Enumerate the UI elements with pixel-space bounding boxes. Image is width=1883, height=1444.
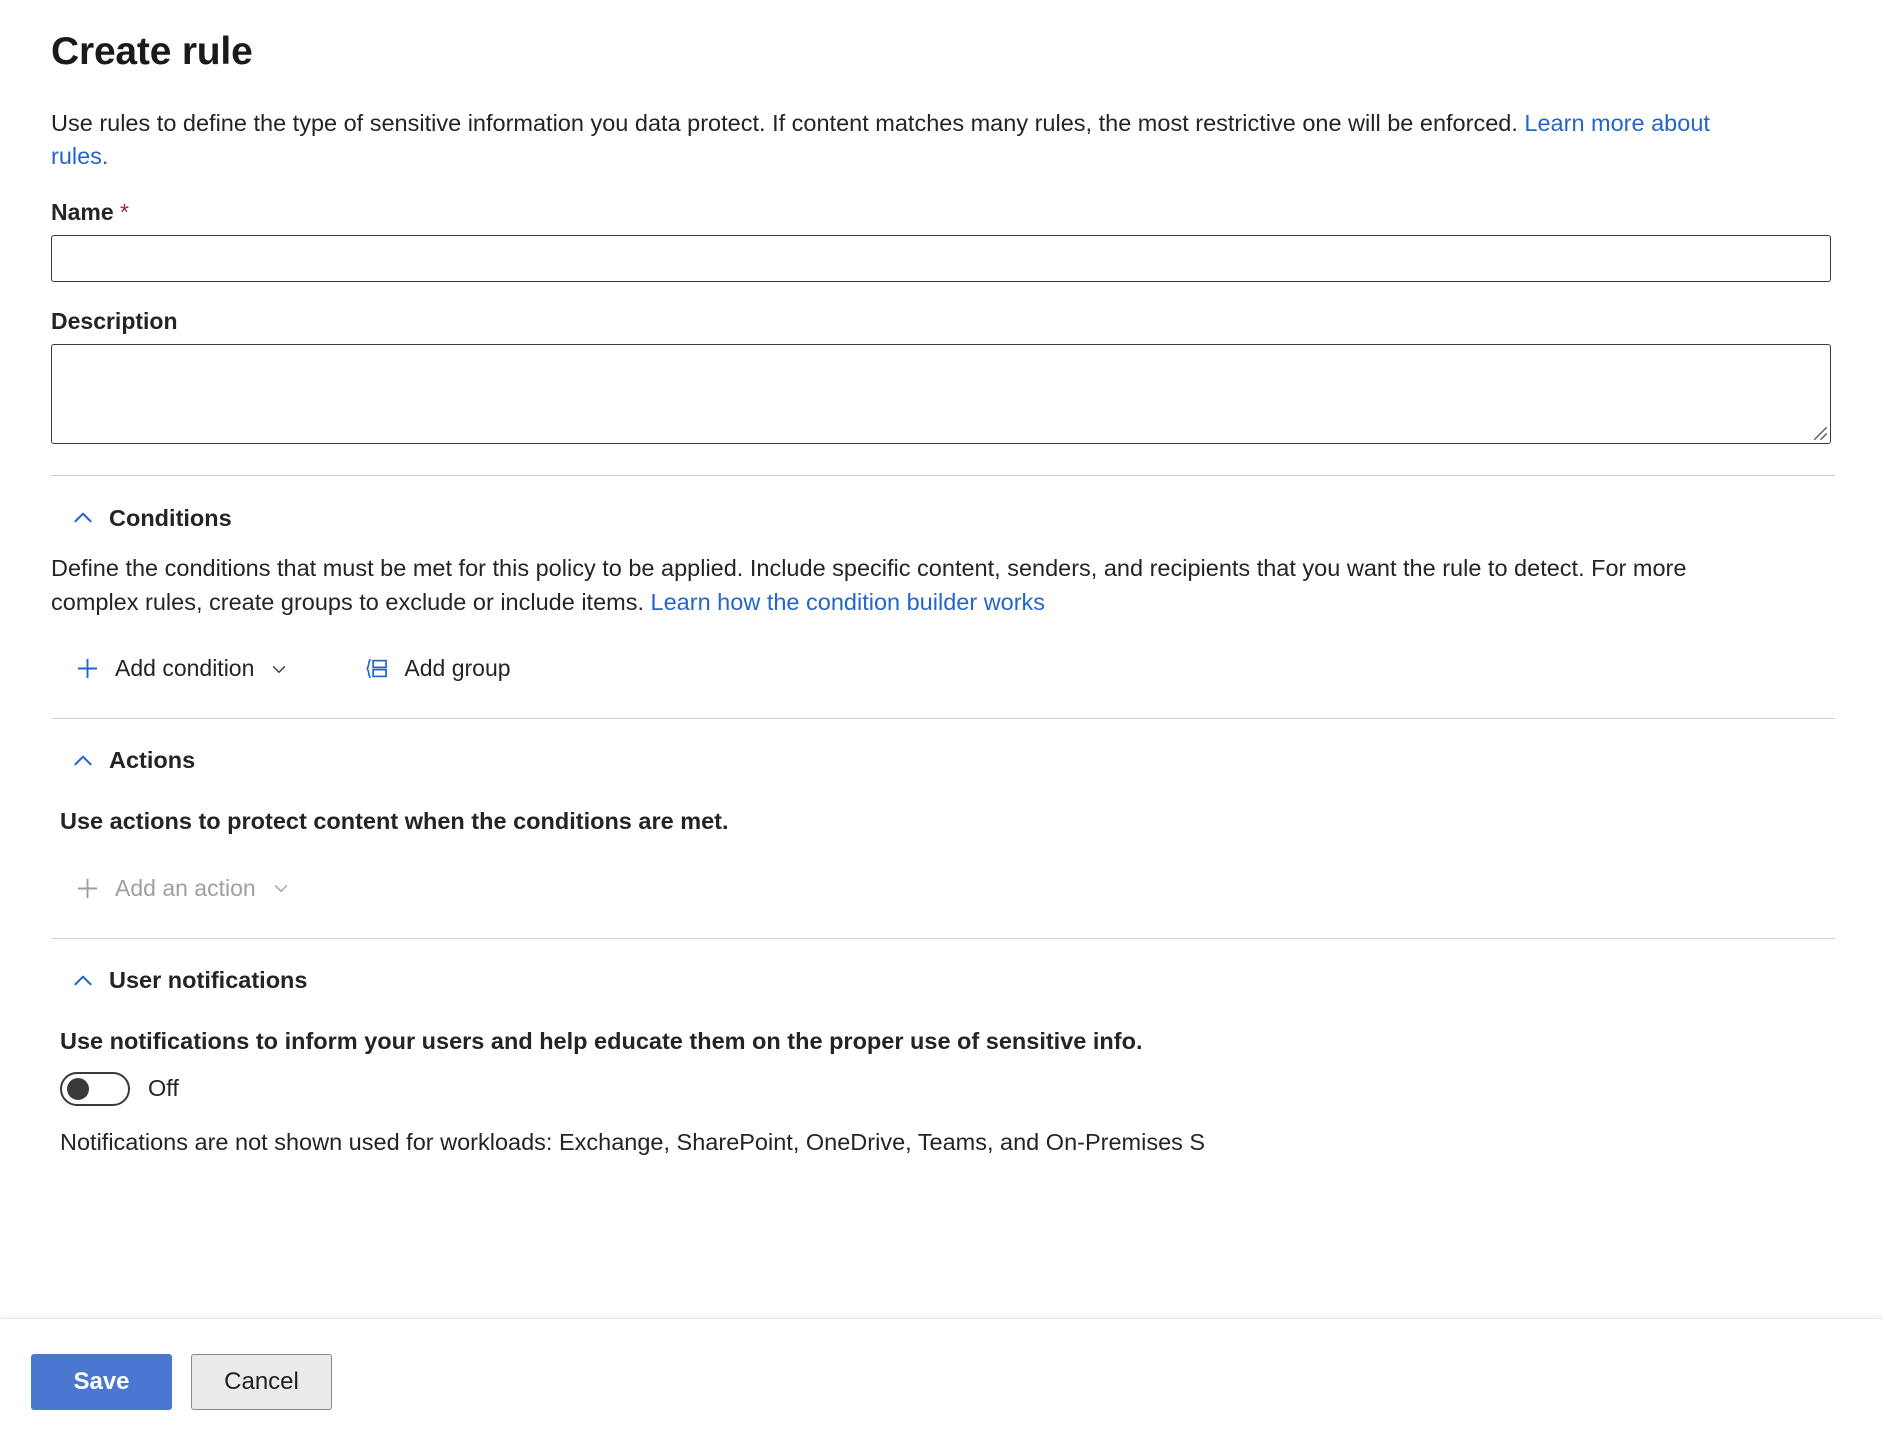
add-condition-label: Add condition — [115, 657, 254, 680]
page-intro-sentence: Use rules to define the type of sensitiv… — [51, 110, 1524, 136]
page-intro-text: Use rules to define the type of sensitiv… — [51, 107, 1731, 174]
divider-after-actions — [51, 938, 1835, 939]
actions-description: Use actions to protect content when the … — [60, 805, 1760, 838]
actions-command-row: Add an action — [68, 870, 1832, 907]
conditions-section-title: Conditions — [109, 507, 232, 531]
description-field-label: Description — [51, 308, 1832, 335]
add-an-action-button: Add an action — [68, 870, 298, 907]
save-button[interactable]: Save — [31, 1354, 172, 1410]
plus-icon — [74, 875, 101, 902]
description-field-wrapper — [51, 344, 1831, 444]
add-an-action-label: Add an action — [115, 877, 256, 900]
chevron-down-icon — [268, 658, 290, 680]
chevron-up-icon — [70, 968, 96, 994]
user-notifications-clipped-note: Notifications are not shown used for wor… — [60, 1126, 1760, 1159]
user-notifications-section-toggle[interactable]: User notifications — [68, 964, 309, 998]
chevron-up-icon — [70, 748, 96, 774]
conditions-section-toggle[interactable]: Conditions — [68, 501, 234, 535]
actions-section-title: Actions — [109, 749, 195, 773]
add-condition-button[interactable]: Add condition — [68, 650, 296, 687]
user-notifications-toggle-row: Off — [60, 1072, 1832, 1106]
chevron-down-icon — [270, 877, 292, 899]
add-group-button[interactable]: Add group — [357, 650, 516, 687]
name-label-text: Name — [51, 199, 114, 225]
user-notifications-toggle-state: Off — [148, 1075, 179, 1102]
description-textarea[interactable] — [51, 344, 1831, 444]
user-notifications-section-title: User notifications — [109, 969, 307, 993]
name-input[interactable] — [51, 235, 1831, 282]
form-footer: Save Cancel — [0, 1318, 1883, 1444]
page-title: Create rule — [51, 28, 1832, 77]
conditions-command-row: Add condition Add group — [68, 650, 1832, 687]
actions-section-toggle[interactable]: Actions — [68, 744, 197, 778]
name-field-label: Name * — [51, 199, 1832, 226]
chevron-up-icon — [70, 505, 96, 531]
divider-after-description — [51, 475, 1835, 476]
toggle-knob — [67, 1078, 89, 1100]
divider-after-conditions — [51, 718, 1835, 719]
user-notifications-toggle[interactable] — [60, 1072, 130, 1106]
conditions-description: Define the conditions that must be met f… — [51, 552, 1751, 619]
add-group-label: Add group — [404, 657, 510, 680]
add-group-icon — [363, 655, 390, 682]
rule-form-scroll-pane[interactable]: Create rule Use rules to define the type… — [0, 0, 1883, 1318]
condition-builder-link[interactable]: Learn how the condition builder works — [651, 589, 1046, 615]
plus-icon — [74, 655, 101, 682]
create-rule-panel: Create rule Use rules to define the type… — [0, 0, 1883, 1444]
required-asterisk: * — [120, 199, 129, 225]
user-notifications-description: Use notifications to inform your users a… — [60, 1025, 1760, 1058]
cancel-button[interactable]: Cancel — [191, 1354, 332, 1410]
